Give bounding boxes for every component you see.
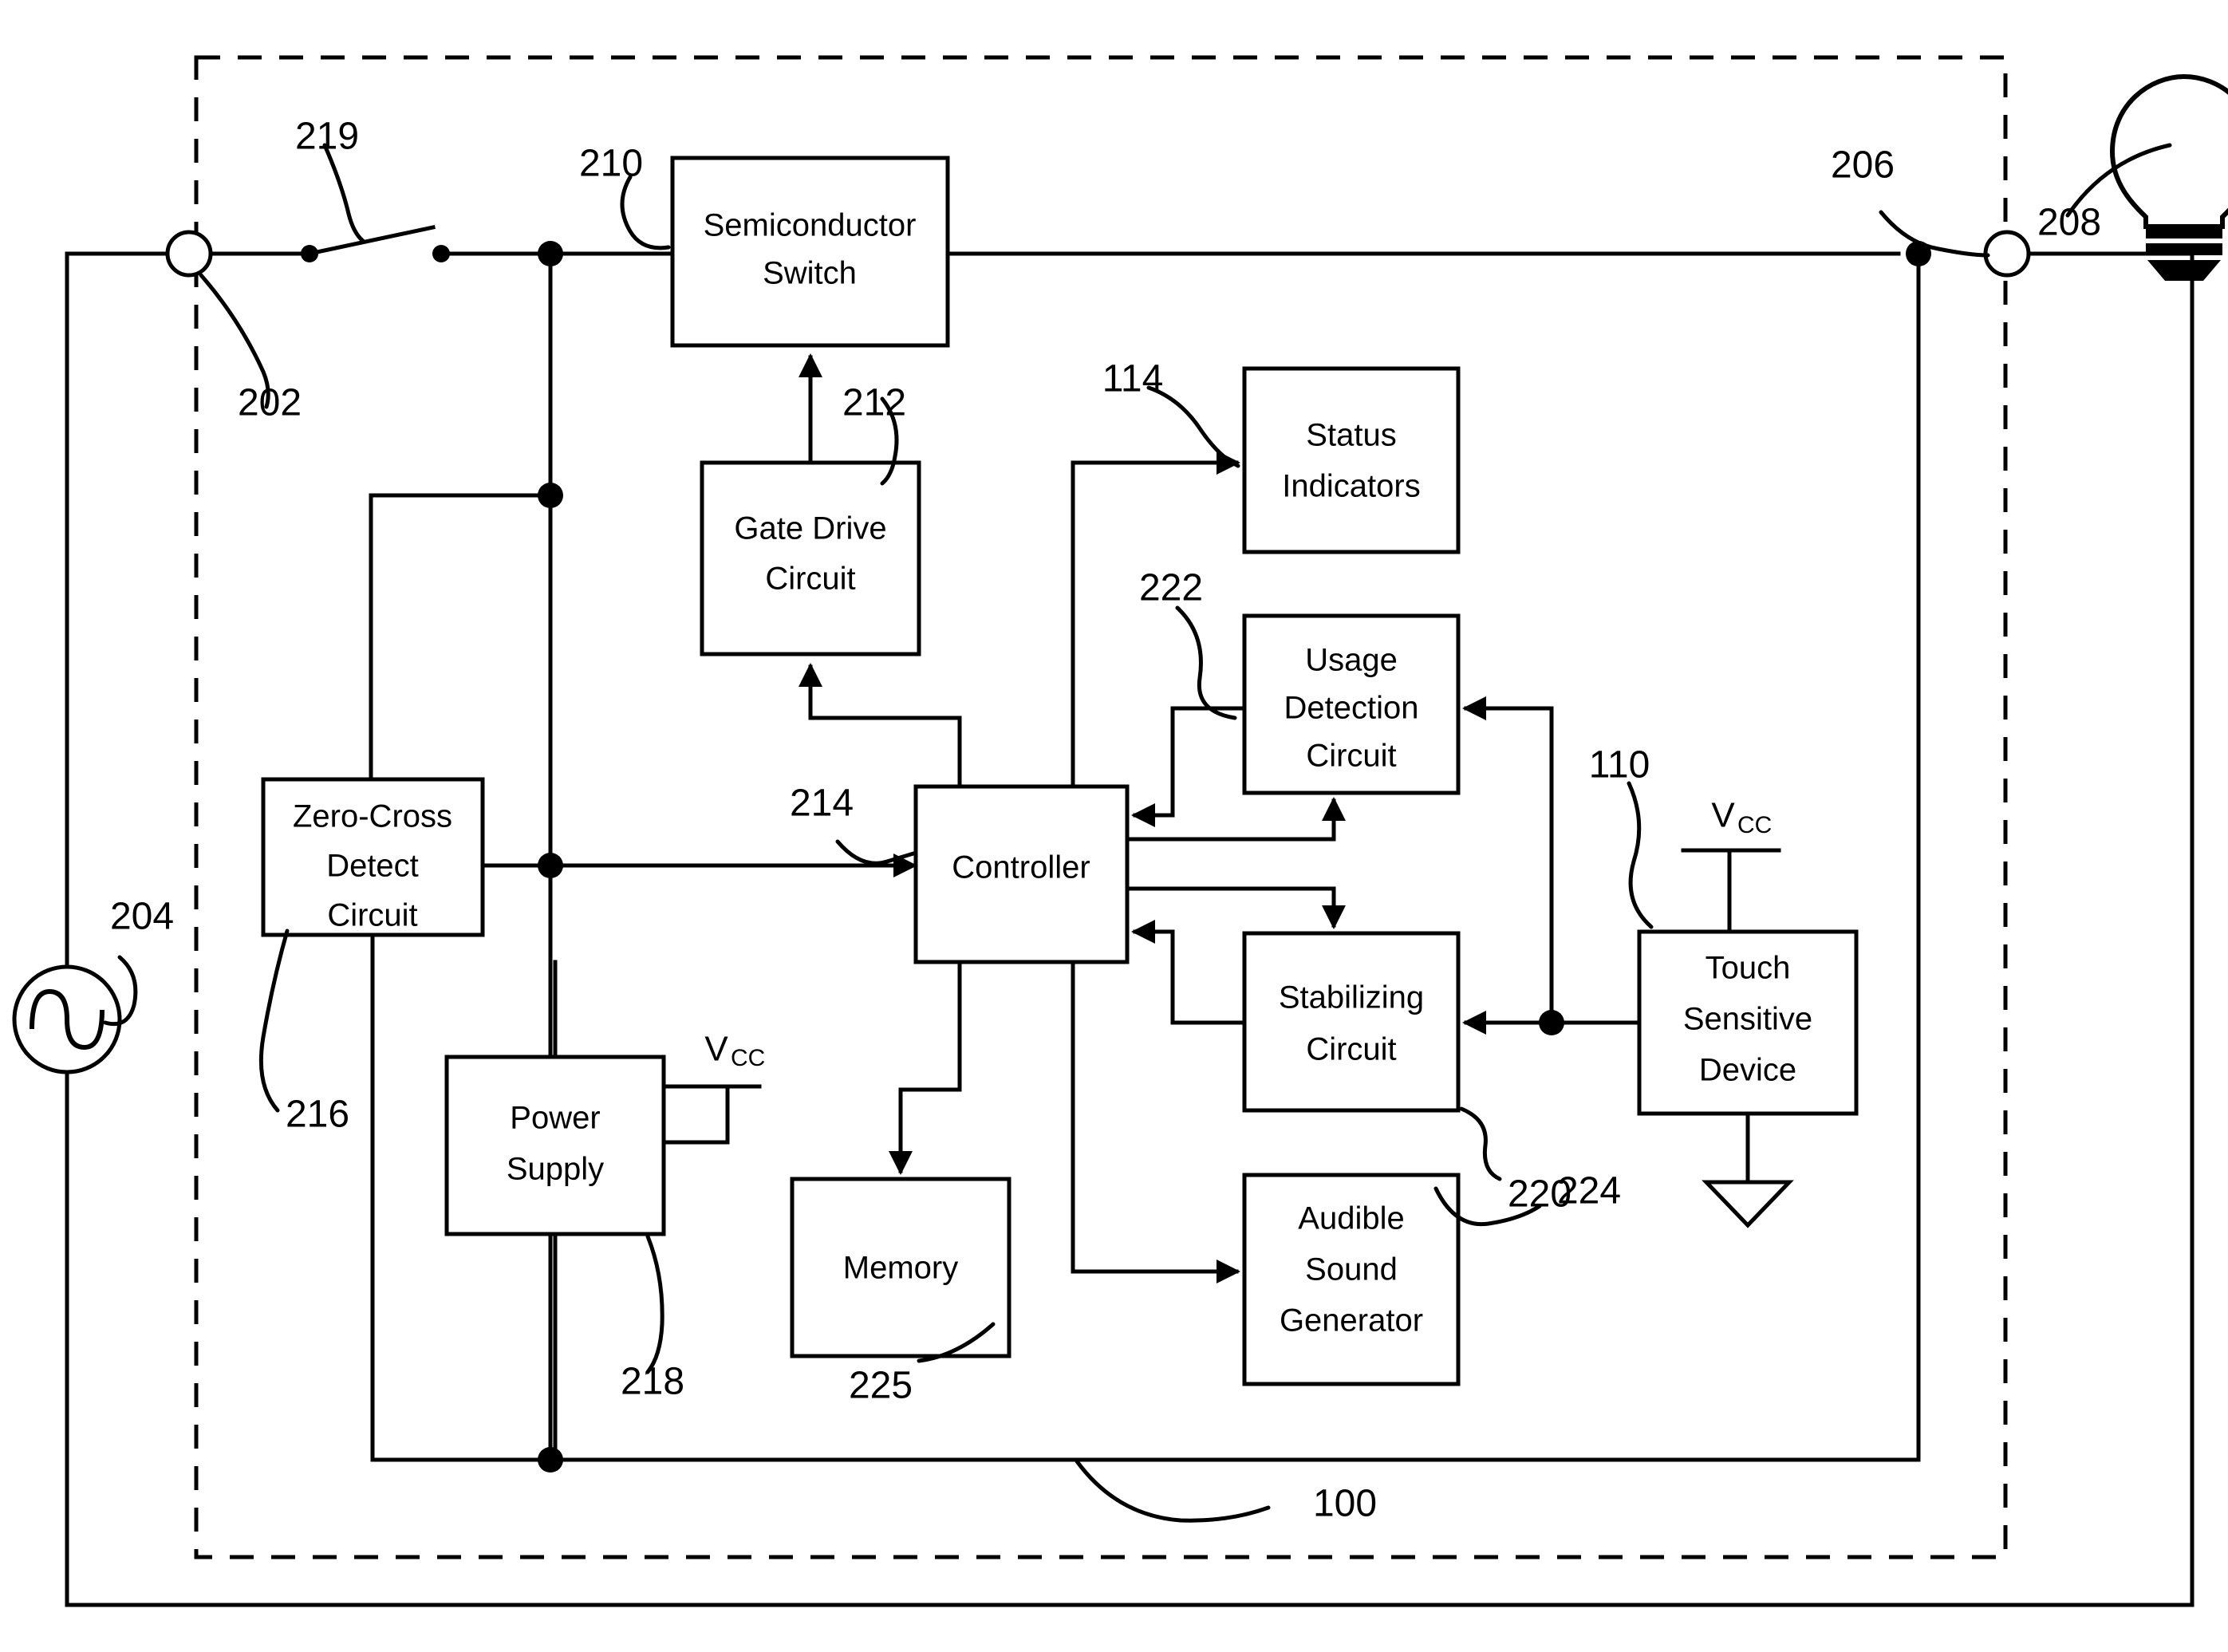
ref-216: 216 [286,1094,349,1136]
gate-drive-line1: Gate Drive [734,511,886,546]
zerocross-out-bus-junction [538,853,563,878]
power-supply-line2: Supply [507,1152,604,1187]
zerocross-input-tap [369,493,553,782]
status-indicators-line2: Indicators [1282,469,1420,504]
stabilizing-line2: Circuit [1306,1032,1396,1067]
block-power-supply[interactable] [444,1055,666,1236]
ref-100: 100 [1313,1483,1377,1525]
controller-to-usagedetect-wire [1125,797,1346,842]
ref-204: 204 [110,896,174,938]
vcc-sub-power-supply: CC [731,1045,765,1071]
ref-219: 219 [295,116,359,158]
neutral-bus-junction [538,1447,563,1473]
power-supply-line1: Power [510,1101,600,1136]
touch-to-usagedetect-wire [1462,696,1554,1025]
touch-line2: Sensitive [1683,1002,1812,1037]
block-status-indicators[interactable] [1242,366,1461,554]
ref-222: 222 [1139,567,1203,609]
controller-to-audible-wire [1071,960,1240,1283]
block-stabilizing-circuit[interactable] [1242,931,1461,1113]
controller-label: Controller [952,850,1090,885]
ref-114: 114 [1102,358,1164,400]
ref-225: 225 [849,1365,913,1407]
usage-detection-line2: Detection [1284,691,1419,726]
zerocross-tap-junction [538,483,563,508]
audible-line1: Audible [1298,1201,1404,1236]
vcc-sub-touch: CC [1737,812,1772,838]
ref-224: 224 [1557,1170,1621,1212]
memory-label: Memory [843,1251,958,1286]
leader-100 [1075,1459,1271,1523]
leader-218 [645,1234,664,1374]
power-supply-vcc-lead [661,1084,730,1145]
touch-line3: Device [1699,1053,1796,1088]
semiconductor-switch-line2: Switch [763,256,857,291]
zero-cross-line1: Zero-Cross [293,799,452,834]
gate-drive-line2: Circuit [765,562,855,597]
ref-206: 206 [1831,144,1895,187]
touch-line1: Touch [1706,951,1791,986]
leader-220 [1459,1106,1502,1181]
ref-110: 110 [1589,744,1650,787]
leader-219 [322,143,365,243]
zero-cross-line3: Circuit [327,898,417,933]
audible-line2: Sound [1305,1252,1398,1287]
lamp-base-thread-1 [2146,227,2222,239]
controller-to-stabilizing-wire [1125,886,1346,929]
usage-detection-line3: Circuit [1306,739,1396,774]
leader-216 [258,929,290,1113]
ref-212: 212 [842,382,906,424]
leader-110 [1627,781,1654,929]
ref-208: 208 [2037,202,2101,244]
ground-symbol-icon [1702,1180,1794,1228]
ref-202: 202 [238,382,302,424]
ref-214: 214 [790,783,854,825]
vcc-label-touch: V [1711,796,1735,835]
lamp-base-thread-2 [2146,243,2222,255]
block-gate-drive-circuit[interactable] [700,460,921,656]
leader-214 [835,839,916,865]
controller-to-gatedrive-wire [799,663,962,789]
circuit-block-diagram: 204 202 219 Semiconductor Switch 210 206 [12,55,2228,1607]
stabilizing-to-controller-wire [1131,920,1247,1025]
semiconductor-switch-line1: Semiconductor [704,208,917,243]
switch-blade [307,225,436,256]
controller-to-memory-wire [889,960,962,1175]
block-semiconductor-switch[interactable] [670,156,950,348]
controller-to-status-wire [1071,451,1240,789]
patent-figure-canvas: 204 202 219 Semiconductor Switch 210 206 [0,0,2228,1652]
leader-222 [1175,605,1237,720]
stabilizing-line1: Stabilizing [1279,980,1424,1015]
zero-cross-line2: Detect [326,849,419,884]
audible-line3: Generator [1280,1303,1423,1339]
usage-detection-line1: Usage [1305,643,1398,678]
lamp-base-tip [2147,260,2221,281]
status-indicators-line1: Status [1306,418,1396,453]
leader-210 [620,175,671,250]
right-terminal-node-206 [1983,230,2031,278]
vcc-label-power-supply: V [704,1030,728,1069]
usagedetect-to-controller-wire [1131,706,1247,827]
ref-218: 218 [621,1361,684,1403]
ref-210: 210 [579,143,643,185]
lamp-bulb-glass [2109,73,2228,229]
leader-206 [1879,210,1990,258]
left-terminal-node-202 [165,230,213,278]
